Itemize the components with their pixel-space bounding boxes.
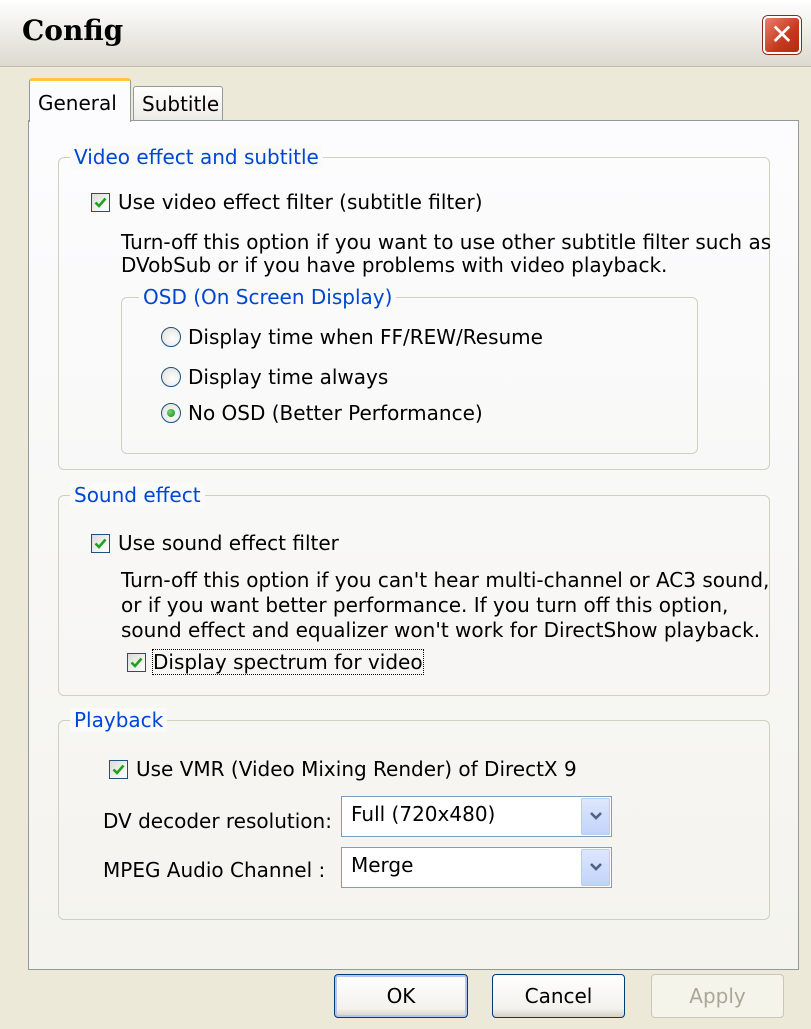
sound-desc-line-1: Turn-off this option if you can't hear m… xyxy=(121,568,770,592)
sound-desc-line-2: or if you want better performance. If yo… xyxy=(121,593,729,617)
check-icon xyxy=(130,657,143,668)
osd-option-ff-rew-label[interactable]: Display time when FF/REW/Resume xyxy=(188,325,543,349)
mpeg-audio-label: MPEG Audio Channel : xyxy=(103,858,326,882)
check-icon xyxy=(94,538,107,549)
dv-decoder-value: Full (720x480) xyxy=(351,802,496,826)
osd-option-no-osd-label[interactable]: No OSD (Better Performance) xyxy=(188,401,483,425)
osd-radio-no-osd[interactable] xyxy=(161,403,181,423)
chevron-down-icon xyxy=(590,863,602,871)
osd-radio-always[interactable] xyxy=(161,367,181,387)
cancel-button[interactable]: Cancel xyxy=(492,974,625,1018)
dv-decoder-select[interactable]: Full (720x480) xyxy=(341,796,612,837)
window-title: Config xyxy=(22,14,124,47)
mpeg-audio-dropdown-button[interactable] xyxy=(581,849,610,886)
radio-selected-dot xyxy=(167,409,175,417)
tab-subtitle-label: Subtitle xyxy=(142,92,220,116)
use-vmr-label[interactable]: Use VMR (Video Mixing Render) of DirectX… xyxy=(136,757,577,781)
mpeg-audio-select[interactable]: Merge xyxy=(341,847,612,888)
chevron-down-icon xyxy=(590,812,602,820)
apply-button[interactable]: Apply xyxy=(651,974,784,1018)
display-spectrum-label[interactable]: Display spectrum for video xyxy=(152,649,424,675)
video-effect-legend: Video effect and subtitle xyxy=(70,145,323,169)
use-video-effect-checkbox[interactable] xyxy=(91,193,110,212)
mpeg-audio-value: Merge xyxy=(351,853,414,877)
osd-radio-ff-rew[interactable] xyxy=(161,327,181,347)
dv-decoder-dropdown-button[interactable] xyxy=(581,798,610,835)
sound-effect-legend: Sound effect xyxy=(70,483,205,507)
use-video-effect-label[interactable]: Use video effect filter (subtitle filter… xyxy=(118,190,483,214)
osd-legend: OSD (On Screen Display) xyxy=(139,285,397,309)
video-desc-line-1: Turn-off this option if you want to use … xyxy=(121,230,772,254)
use-vmr-checkbox[interactable] xyxy=(109,760,128,779)
check-icon xyxy=(112,764,125,775)
tab-general-label: General xyxy=(38,91,117,115)
check-icon xyxy=(94,197,107,208)
tab-subtitle[interactable]: Subtitle xyxy=(133,86,223,120)
display-spectrum-checkbox[interactable] xyxy=(127,653,146,672)
video-desc-line-2: DVobSub or if you have problems with vid… xyxy=(121,253,668,277)
tab-general[interactable]: General xyxy=(29,78,131,122)
close-icon: ✕ xyxy=(770,18,794,51)
close-button[interactable]: ✕ xyxy=(763,16,801,54)
use-sound-effect-label[interactable]: Use sound effect filter xyxy=(118,531,339,555)
ok-button[interactable]: OK xyxy=(334,974,468,1018)
osd-option-always-label[interactable]: Display time always xyxy=(188,365,388,389)
sound-desc-line-3: sound effect and equalizer won't work fo… xyxy=(121,618,761,642)
dv-decoder-label: DV decoder resolution: xyxy=(103,809,332,833)
use-sound-effect-checkbox[interactable] xyxy=(91,534,110,553)
playback-legend: Playback xyxy=(70,708,168,732)
